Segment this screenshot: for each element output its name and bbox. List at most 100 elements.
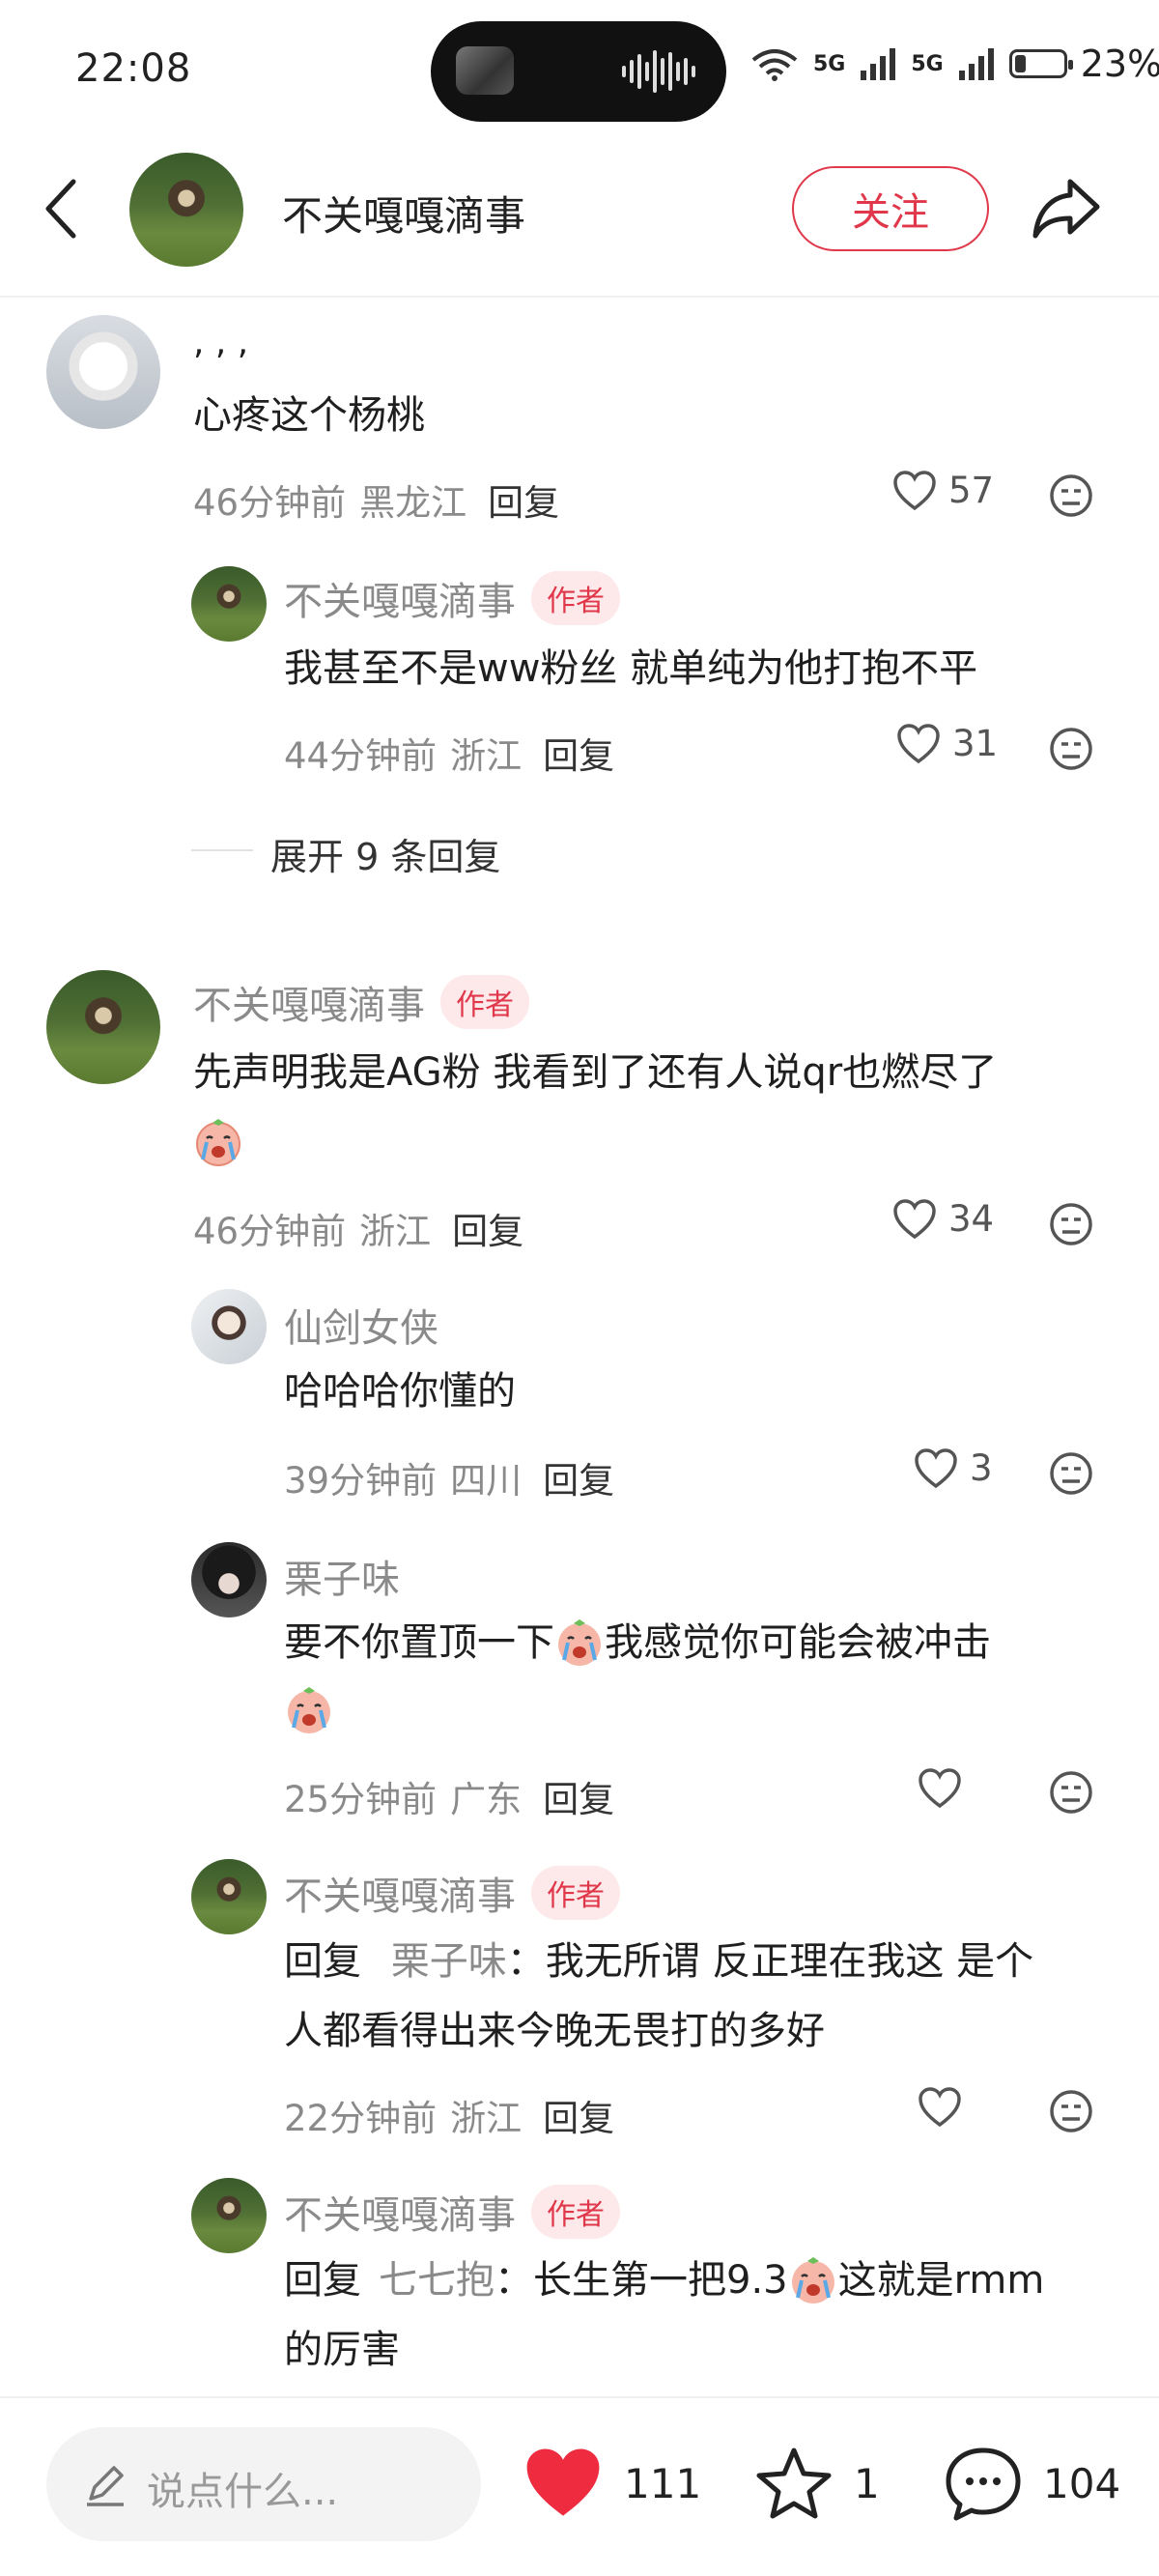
heart-icon: [526, 2448, 600, 2516]
crying-emoji-icon: [288, 1687, 330, 1733]
replier-name[interactable]: 栗子味: [284, 1548, 400, 1604]
reply-text-part: 我感觉你可能会被冲击: [605, 1620, 991, 1665]
reply-button[interactable]: 回复: [543, 2089, 614, 2141]
comment-meta: 46分钟前 黑龙江 回复: [193, 473, 559, 526]
comment-input-placeholder: 说点什么...: [147, 2470, 339, 2514]
signal-bars-icon: [861, 48, 896, 80]
heart-icon[interactable]: [918, 1768, 962, 1809]
album-thumbnail: [456, 46, 514, 95]
replier-avatar[interactable]: [191, 566, 267, 642]
reply-text-line2: 人都看得出来今晚无畏打的多好: [284, 2009, 825, 2053]
commenter-avatar[interactable]: [46, 970, 160, 1084]
reply-text-line2: 的厉害: [284, 2328, 400, 2372]
replier-avatar[interactable]: [191, 1542, 267, 1617]
reply-button[interactable]: 回复: [543, 1770, 614, 1822]
replier-avatar[interactable]: [191, 1289, 267, 1364]
commenter-name[interactable]: 不关嘎嘎滴事: [193, 974, 425, 1030]
dislike-face-icon[interactable]: [1049, 473, 1093, 518]
reply-meta: 25分钟前 广东 回复: [284, 1770, 614, 1822]
reply-button[interactable]: 回复: [543, 727, 614, 779]
reply-header: 不关嘎嘎滴事 作者: [284, 570, 620, 626]
share-icon[interactable]: [1032, 176, 1101, 240]
comment-bubble-icon: [946, 2447, 1021, 2521]
comment-header: 不关嘎嘎滴事 作者: [193, 974, 529, 1030]
like-count: 57: [948, 470, 995, 511]
replier-name[interactable]: 不关嘎嘎滴事: [284, 570, 516, 626]
header-divider: [0, 296, 1159, 298]
heart-icon: [897, 723, 940, 763]
author-badge: 作者: [531, 2185, 620, 2239]
comment-input[interactable]: 说点什么...: [46, 2427, 481, 2541]
reply-text: 要不你置顶一下 我感觉你可能会被冲击: [284, 1608, 991, 1677]
status-time: 22:08: [75, 46, 192, 91]
reply-target[interactable]: 七七抱: [379, 2246, 495, 2315]
like-button[interactable]: 3: [914, 1447, 993, 1489]
comment-count: 104: [1043, 2459, 1121, 2507]
replier-name[interactable]: 不关嘎嘎滴事: [284, 2184, 516, 2240]
heart-icon[interactable]: [918, 2087, 962, 2128]
heart-icon: [915, 1447, 957, 1488]
author-avatar[interactable]: [129, 153, 243, 267]
like-button[interactable]: 31: [896, 723, 998, 764]
like-button[interactable]: 57: [892, 470, 994, 511]
author-badge: 作者: [440, 975, 529, 1029]
reply-text-part: 这就是rmm: [837, 2258, 1045, 2303]
reply-button[interactable]: 回复: [452, 1202, 523, 1254]
heart-icon: [893, 1198, 936, 1239]
favorite-button[interactable]: 1: [753, 2445, 880, 2522]
dislike-face-icon[interactable]: [1049, 2089, 1093, 2133]
dislike-face-icon[interactable]: [1049, 727, 1093, 771]
reply-header: 不关嘎嘎滴事 作者: [284, 2184, 620, 2240]
author-badge: 作者: [531, 1866, 620, 1920]
replier-name[interactable]: 不关嘎嘎滴事: [284, 1865, 516, 1921]
reply-button[interactable]: 回复: [488, 473, 559, 526]
reply-text-part: ：我无所谓 反正理在我这 是个: [506, 1939, 1034, 1984]
reply-time: 39分钟前: [284, 1460, 438, 1502]
author-badge: 作者: [531, 571, 620, 625]
star-icon: [756, 2447, 832, 2519]
reply-text: 回复 栗子味：我无所谓 反正理在我这 是个: [284, 1927, 1033, 1996]
crying-emoji-icon: [196, 1119, 240, 1166]
crying-emoji-icon: [791, 2257, 834, 2304]
reply-location: 浙江: [450, 735, 523, 777]
comments-button[interactable]: 104: [943, 2445, 1120, 2522]
signal-label-b: 5G: [911, 51, 944, 76]
like-post-button[interactable]: 111: [522, 2445, 701, 2522]
reply-text: 回复 七七抱 ：长生第一把9.3 这就是rmm: [284, 2246, 1044, 2315]
commenter-avatar[interactable]: [46, 315, 160, 429]
back-icon[interactable]: [42, 178, 81, 240]
dislike-face-icon[interactable]: [1049, 1202, 1093, 1246]
reply-time: 25分钟前: [284, 1779, 438, 1820]
replier-avatar[interactable]: [191, 2178, 267, 2253]
reply-meta: 44分钟前 浙江 回复: [284, 727, 614, 779]
expand-divider: [191, 849, 253, 851]
expand-replies-button[interactable]: 展开 9 条回复: [270, 827, 500, 880]
reply-text: 哈哈哈你懂的: [284, 1369, 516, 1414]
reply-time: 22分钟前: [284, 2098, 438, 2139]
replier-avatar[interactable]: [191, 1859, 267, 1934]
reply-location: 浙江: [450, 2098, 523, 2139]
like-count: 3: [970, 1447, 993, 1489]
reply-header: 不关嘎嘎滴事 作者: [284, 1865, 620, 1921]
reply-meta: 39分钟前 四川 回复: [284, 1451, 614, 1503]
favorite-count: 1: [854, 2459, 880, 2507]
reply-text: 我甚至不是ww粉丝 就单纯为他打抱不平: [284, 646, 978, 691]
heart-icon: [893, 470, 936, 510]
post-like-count: 111: [624, 2459, 702, 2507]
reply-location: 四川: [450, 1460, 523, 1502]
like-button[interactable]: 34: [892, 1198, 994, 1240]
reply-target[interactable]: 栗子味: [391, 1939, 507, 1984]
comment-meta: 46分钟前 浙江 回复: [193, 1202, 523, 1254]
dislike-face-icon[interactable]: [1049, 1770, 1093, 1815]
audio-wave-icon: [622, 50, 695, 93]
follow-button[interactable]: 关注: [792, 166, 989, 251]
page-title: 不关嘎嘎滴事: [282, 192, 526, 240]
battery-percent: 23%: [1080, 43, 1159, 85]
like-count: 34: [948, 1198, 995, 1240]
reply-prefix: 回复: [284, 1939, 361, 1984]
replier-name[interactable]: 仙剑女侠: [284, 1297, 438, 1353]
comment-location: 黑龙江: [359, 482, 467, 524]
reply-button[interactable]: 回复: [543, 1451, 614, 1503]
dislike-face-icon[interactable]: [1049, 1451, 1093, 1496]
reply-text-part: 要不你置顶一下: [284, 1620, 554, 1665]
